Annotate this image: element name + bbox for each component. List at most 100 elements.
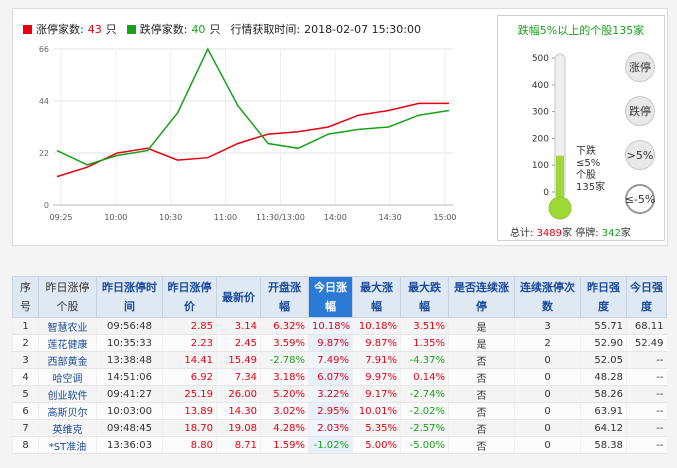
open-change-cell: 6.32% (260, 317, 309, 335)
open-change-cell: 3.02% (260, 402, 309, 420)
today-change-cell: 9.87% (308, 334, 353, 352)
green-square-icon (126, 24, 136, 34)
y-tick-label: 0 (44, 201, 49, 210)
col-header-latest-price[interactable]: 最新价 (216, 276, 261, 318)
row-index-cell: 7 (12, 419, 39, 437)
stock-name-cell[interactable]: 莲花健康 (38, 334, 97, 352)
today-change-cell: 10.18% (308, 317, 353, 335)
red-square-icon (23, 24, 32, 34)
halt-label: 停牌: (575, 228, 599, 239)
yesterday-strength-cell: 48.28 (580, 368, 627, 386)
legend-limit-up: 涨停家数: 43 只 (23, 21, 117, 37)
consecutive-count-cell: 3 (514, 317, 581, 335)
col-header-max-fall[interactable]: 最大跌幅 (400, 276, 449, 318)
limit-down-count: 40 (191, 22, 206, 36)
yesterday-strength-cell: 55.71 (580, 317, 627, 335)
limit-time-cell: 09:41:27 (96, 385, 163, 403)
col-header-open-change[interactable]: 开盘涨幅 (260, 276, 309, 318)
col-header-today-strength[interactable]: 今日强度 (626, 276, 667, 318)
scale-label: 0 (543, 188, 549, 198)
col-header-today-change[interactable]: 今日涨幅 (308, 276, 353, 318)
today-change-cell: 2.03% (308, 419, 353, 437)
limit-up-button[interactable]: 涨停 (625, 52, 655, 82)
col-header-yesterday-strength[interactable]: 昨日强度 (580, 276, 627, 318)
fetch-time: 行情获取时间: 2018-02-07 15:30:00 (230, 21, 421, 37)
latest-price-cell: 26.00 (216, 385, 261, 403)
halt-value: 342 (601, 228, 621, 239)
x-tick-label: 09:25 (49, 213, 72, 222)
stock-name-cell[interactable]: 智慧农业 (38, 317, 97, 335)
limit-time-cell: 10:35:33 (96, 334, 163, 352)
x-tick-label: 11:30/13:00 (256, 213, 305, 222)
consecutive-cell: 是 (448, 334, 515, 352)
table-row[interactable]: 8 *ST准油 13:36:03 8.80 8.71 1.59% -1.02% 5.00% -5… (12, 436, 667, 454)
yesterday-strength-cell: 52.05 (580, 351, 627, 369)
limit-time-cell: 09:56:48 (96, 317, 163, 335)
stock-name-cell[interactable]: 高斯贝尔 (38, 402, 97, 420)
fall-over-5-button[interactable]: ≤-5% (625, 184, 655, 214)
col-header-consecutive[interactable]: 是否连续涨停 (448, 276, 515, 318)
limit-down-unit: 只 (209, 23, 221, 36)
row-index-cell: 5 (12, 385, 39, 403)
stock-name-cell[interactable]: 西部黄金 (38, 351, 97, 369)
consecutive-cell: 否 (448, 419, 515, 437)
consecutive-cell: 否 (448, 385, 515, 403)
table-row[interactable]: 1 智慧农业 09:56:48 2.85 3.14 6.32% 10.18% 10.18% 3.… (12, 317, 667, 335)
today-strength-cell: -- (626, 368, 667, 386)
limit-up-count: 43 (87, 22, 102, 36)
table-row[interactable]: 7 英维克 09:48:45 18.70 19.08 4.28% 2.03% 5.35% -2.… (12, 419, 667, 437)
total-unit: 家 (562, 228, 573, 239)
today-strength-cell: -- (626, 351, 667, 369)
col-header-consecutive-count[interactable]: 连续涨停次数 (514, 276, 581, 318)
stock-name-cell[interactable]: *ST准油 (38, 436, 97, 454)
thermo-label-line-2: ≤5% (576, 158, 601, 169)
open-change-cell: 5.20% (260, 385, 309, 403)
col-header-limit-time[interactable]: 昨日涨停时间 (96, 276, 163, 318)
max-rise-cell: 10.01% (352, 402, 401, 420)
limit-time-cell: 09:48:45 (96, 419, 163, 437)
row-index-cell: 2 (12, 334, 39, 352)
col-header-max-rise[interactable]: 最大涨幅 (352, 276, 401, 318)
halt-unit: 家 (620, 228, 631, 239)
consecutive-cell: 否 (448, 402, 515, 420)
today-strength-cell: -- (626, 436, 667, 454)
max-fall-cell: -2.74% (400, 385, 449, 403)
stock-name-cell[interactable]: 英维克 (38, 419, 97, 437)
total-label: 总计: (510, 228, 534, 239)
max-rise-cell: 9.17% (352, 385, 401, 403)
x-tick-label: 10:30 (159, 213, 182, 222)
thermometer-title: 跌幅5%以上的个股135家 (517, 24, 645, 37)
rise-over-5-button[interactable]: >5% (625, 140, 655, 170)
table-row[interactable]: 4 哈空调 14:51:06 6.92 7.34 3.18% 6.07% 9.97% 0.14%… (12, 368, 667, 386)
limit-price-cell: 18.70 (162, 419, 217, 437)
open-change-cell: 3.59% (260, 334, 309, 352)
scale-label: 200 (532, 134, 549, 144)
max-rise-cell: 9.97% (352, 368, 401, 386)
x-tick-label: 14:00 (324, 213, 347, 222)
stock-name-cell[interactable]: 哈空调 (38, 368, 97, 386)
limit-price-cell: 14.41 (162, 351, 217, 369)
table-row[interactable]: 5 创业软件 09:41:27 25.19 26.00 5.20% 3.22% 9.17% -2… (12, 385, 667, 403)
stock-name-cell[interactable]: 创业软件 (38, 385, 97, 403)
yesterday-strength-cell: 63.91 (580, 402, 627, 420)
consecutive-count-cell: 0 (514, 419, 581, 437)
yesterday-strength-cell: 64.12 (580, 419, 627, 437)
today-change-cell: 3.22% (308, 385, 353, 403)
y-tick-label: 66 (39, 45, 49, 54)
latest-price-cell: 7.34 (216, 368, 261, 386)
today-change-cell: 7.49% (308, 351, 353, 369)
thermometer-panel: 500 400 300 200 100 0 跌幅5%以上的个股135家 涨停 跌停 >5%… (497, 15, 665, 241)
limit-down-button[interactable]: 跌停 (625, 96, 655, 126)
table-row[interactable]: 6 高斯贝尔 10:03:00 13.89 14.30 3.02% 2.95% 10.01% -… (12, 402, 667, 420)
limit-time-cell: 13:36:03 (96, 436, 163, 454)
yesterday-strength-cell: 58.38 (580, 436, 627, 454)
today-strength-cell: -- (626, 385, 667, 403)
market-overview-panel: 0 22 44 66 09:25 10:00 10:30 11:00 11:30/13:00 14… (12, 8, 668, 246)
max-fall-cell: 1.35% (400, 334, 449, 352)
max-rise-cell: 7.91% (352, 351, 401, 369)
col-header-limit-price[interactable]: 昨日涨停价 (162, 276, 217, 318)
consecutive-count-cell: 0 (514, 368, 581, 386)
thermo-label-line-4: 135家 (576, 182, 606, 193)
table-row[interactable]: 3 西部黄金 13:38:48 14.41 15.49 -2.78% 7.49% 7.91% -… (12, 351, 667, 369)
table-row[interactable]: 2 莲花健康 10:35:33 2.23 2.45 3.59% 9.87% 9.87% 1.35… (12, 334, 667, 352)
